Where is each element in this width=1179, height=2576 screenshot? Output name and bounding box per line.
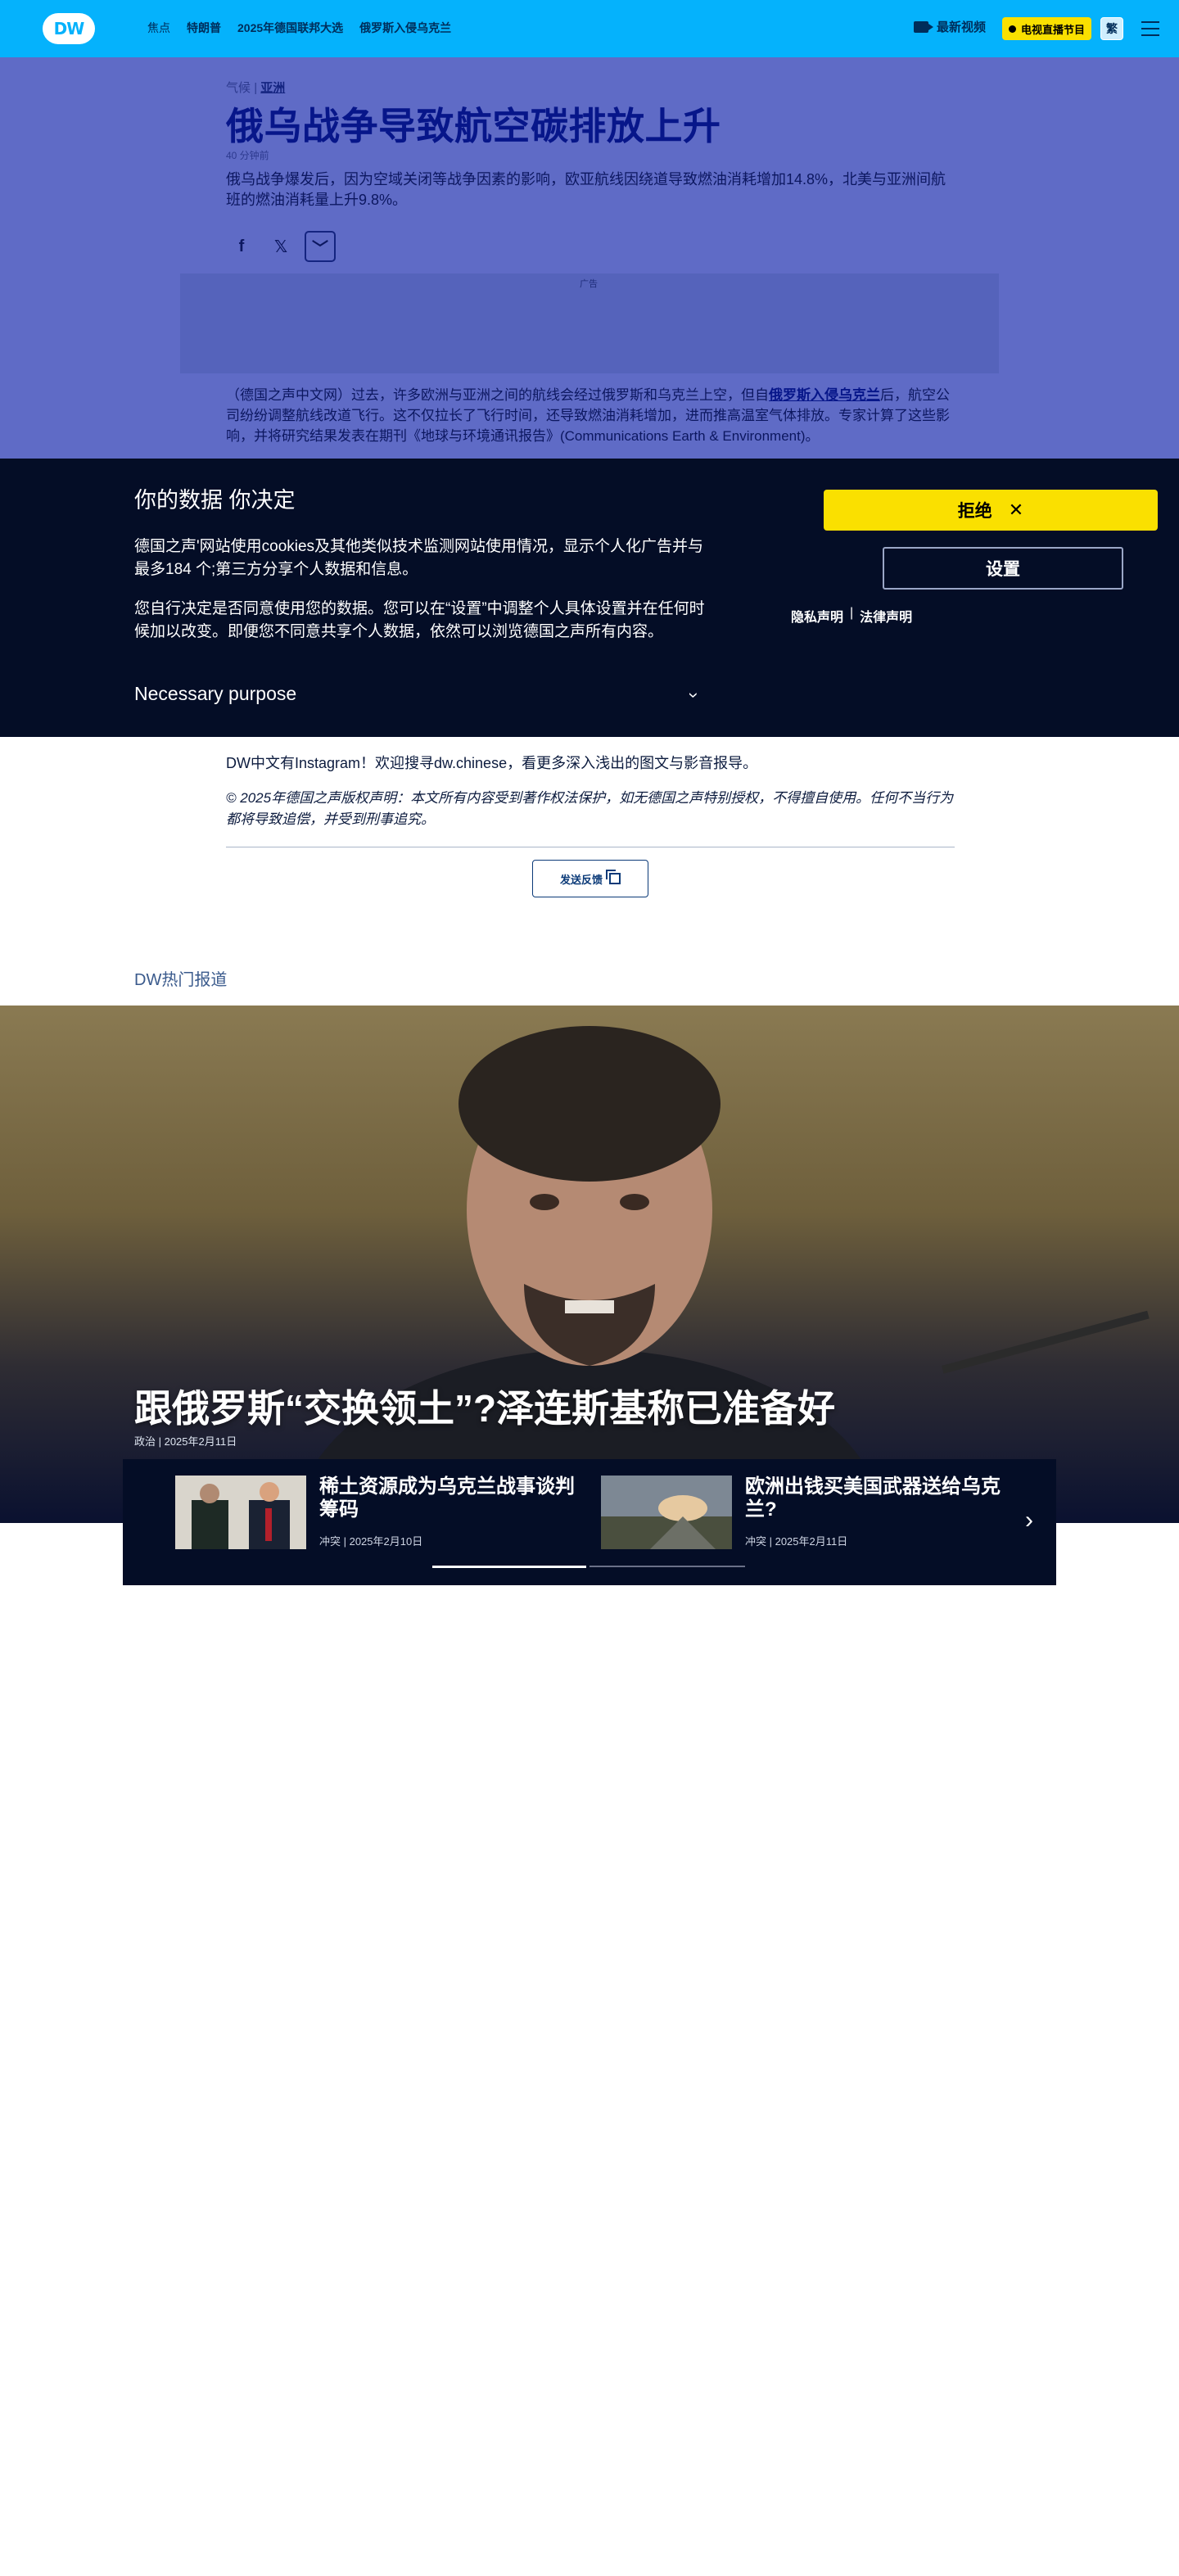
article-time: 40 分钟前 bbox=[226, 150, 269, 161]
copy-icon bbox=[606, 870, 621, 884]
feedback-button[interactable]: 发送反馈 bbox=[532, 860, 648, 897]
latest-video-link[interactable]: 最新视频 bbox=[914, 18, 986, 35]
nav-item-focus[interactable]: 焦点 bbox=[147, 20, 170, 36]
ad-label: 广告 bbox=[580, 279, 598, 289]
hot-stories-heading: DW热门报道 bbox=[134, 971, 228, 989]
article-title: 俄乌战争导致航空碳排放上升 bbox=[226, 105, 721, 147]
next-arrow-icon[interactable]: › bbox=[1025, 1507, 1033, 1534]
live-dot-icon bbox=[1009, 25, 1016, 33]
carousel-indicator-active[interactable] bbox=[432, 1566, 586, 1568]
legal-link[interactable]: 法律声明 bbox=[860, 606, 912, 626]
carousel-indicator[interactable] bbox=[590, 1566, 745, 1567]
live-tv-button[interactable]: 电视直播节目 bbox=[1002, 17, 1092, 40]
facebook-icon[interactable]: f bbox=[226, 231, 257, 262]
video-camera-icon bbox=[914, 20, 933, 33]
ukraine-invasion-link[interactable]: 俄罗斯入侵乌克兰 bbox=[769, 387, 880, 403]
nav-item-election[interactable]: 2025年德国联邦大选 bbox=[237, 20, 343, 36]
cookie-consent-info: 您自行决定是否同意使用您的数据。您可以在“设置”中调整个人具体设置并在任何时候加… bbox=[134, 600, 705, 640]
article-category: 气候 | 亚洲 bbox=[226, 79, 285, 96]
region-link[interactable]: 亚洲 bbox=[260, 81, 285, 95]
related-thumbnail bbox=[175, 1476, 306, 1549]
close-icon: ✕ bbox=[1008, 499, 1024, 520]
instagram-note: DW中文有Instagram！欢迎搜寻dw.chinese，看更多深入浅出的图文… bbox=[226, 755, 758, 771]
related-thumbnail bbox=[601, 1476, 732, 1549]
main-nav: 焦点 特朗普 2025年德国联邦大选 俄罗斯入侵乌克兰 bbox=[147, 20, 451, 36]
reject-button[interactable]: 拒绝 ✕ bbox=[824, 490, 1158, 531]
related-meta: 冲突 | 2025年2月11日 bbox=[745, 1535, 848, 1548]
category-link[interactable]: 气候 bbox=[226, 81, 251, 95]
share-more-chevron-icon[interactable]: ﹀ bbox=[305, 231, 336, 262]
hero-meta: 政治 | 2025年2月11日 bbox=[134, 1435, 237, 1448]
share-bar: f 𝕏 ﹀ bbox=[226, 231, 336, 262]
dw-logo[interactable]: DW bbox=[43, 13, 95, 44]
traditional-chinese-toggle[interactable]: 繁 bbox=[1100, 17, 1123, 40]
chevron-down-icon[interactable]: › bbox=[684, 692, 705, 698]
site-header: DW 焦点 特朗普 2025年德国联邦大选 俄罗斯入侵乌克兰 最新视频 电视直播… bbox=[0, 0, 1179, 57]
cookie-description: 德国之声'网站使用cookies及其他类似技术监测网站使用情况，显示个人化广告并… bbox=[134, 538, 704, 578]
article-lead: 俄乌战争爆发后，因为空域关闭等战争因素的影响，欧亚航线因绕道导致燃油消耗增加14… bbox=[226, 171, 946, 208]
nav-item-ukraine[interactable]: 俄罗斯入侵乌克兰 bbox=[359, 20, 451, 36]
cookie-links: 隐私声明 | 法律声明 bbox=[791, 606, 913, 626]
hamburger-menu-icon[interactable] bbox=[1141, 21, 1159, 36]
nav-item-trump[interactable]: 特朗普 bbox=[187, 20, 221, 36]
privacy-link[interactable]: 隐私声明 bbox=[791, 606, 843, 626]
category-separator: | bbox=[254, 81, 258, 95]
x-icon[interactable]: 𝕏 bbox=[265, 231, 296, 262]
settings-button[interactable]: 设置 bbox=[883, 547, 1123, 590]
ad-slot: 广告 bbox=[180, 273, 999, 373]
hero-title[interactable]: 跟俄罗斯“交换领土”?泽连斯基称已准备好 bbox=[134, 1379, 835, 1433]
related-meta: 冲突 | 2025年2月10日 bbox=[319, 1535, 423, 1548]
copyright-notice: © 2025年德国之声版权声明：本文所有内容受到著作权法保护，如无德国之声特别授… bbox=[226, 790, 954, 827]
article-paragraph: （德国之声中文网）过去，许多欧洲与亚洲之间的航线会经过俄罗斯和乌克兰上空，但自俄… bbox=[226, 387, 950, 444]
necessary-purpose-toggle[interactable]: Necessary purpose bbox=[134, 683, 296, 705]
cookie-title: 你的数据 你决定 bbox=[134, 488, 296, 513]
